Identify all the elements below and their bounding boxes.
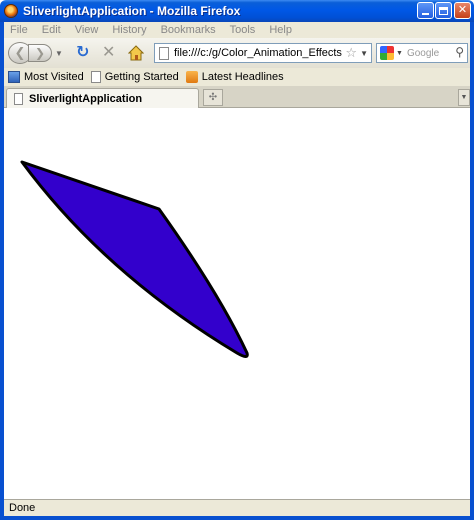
minimize-button[interactable] [417, 2, 434, 19]
page-content [4, 108, 470, 499]
history-dropdown-icon[interactable]: ▼ [55, 49, 65, 58]
bookmark-label: Most Visited [24, 71, 84, 83]
menu-tools[interactable]: Tools [230, 24, 256, 36]
search-engine-dropdown-icon[interactable]: ▼ [396, 50, 403, 57]
home-icon[interactable] [128, 45, 144, 61]
menu-view[interactable]: View [75, 24, 99, 36]
close-icon: ✕ [457, 4, 468, 16]
menu-help[interactable]: Help [269, 24, 292, 36]
chevron-down-icon: ▼ [460, 94, 468, 101]
menu-bar: File Edit View History Bookmarks Tools H… [4, 22, 470, 38]
animated-shape [20, 160, 249, 358]
status-bar: Done [4, 499, 470, 516]
rss-feed-icon [185, 71, 198, 83]
menu-bookmarks[interactable]: Bookmarks [161, 24, 216, 36]
close-button[interactable]: ✕ [454, 2, 471, 19]
tab-list-button[interactable]: ▼ [458, 89, 470, 106]
menu-file[interactable]: File [10, 24, 28, 36]
bookmark-most-visited[interactable]: Most Visited [8, 71, 84, 83]
window-title: SliverlightApplication - Mozilla Firefox [23, 4, 241, 18]
forward-button[interactable]: ❯ [28, 44, 52, 62]
bookmark-label: Getting Started [104, 71, 179, 83]
bookmark-star-icon[interactable]: ☆ [345, 45, 357, 61]
forward-arrow-icon: ❯ [34, 46, 46, 60]
silverlight-canvas [20, 160, 249, 358]
url-dropdown-icon[interactable]: ▼ [360, 49, 368, 58]
bookmark-label: Latest Headlines [201, 71, 284, 83]
bookmark-latest-headlines[interactable]: Latest Headlines [185, 71, 284, 83]
firefox-icon [4, 4, 18, 18]
bookmark-getting-started[interactable]: Getting Started [90, 71, 179, 83]
back-arrow-icon: ❮ [14, 45, 26, 60]
google-engine-icon[interactable] [380, 46, 394, 60]
page-icon [90, 71, 101, 83]
menu-history[interactable]: History [112, 24, 146, 36]
navigation-toolbar: ❮ ❯ ▼ ↻ ✕ file:///c:/g/Color_Animation_E… [4, 38, 470, 68]
status-text: Done [9, 502, 36, 514]
url-input[interactable]: file:///c:/g/Color_Animation_Effects/Bin… [174, 47, 342, 59]
new-tab-button[interactable]: ✣ [203, 89, 223, 106]
search-input[interactable]: Google [407, 48, 439, 59]
back-forward-group: ❮ ❯ ▼ [8, 42, 70, 64]
search-bar[interactable]: ▼ Google ⚲ [376, 43, 468, 63]
page-icon [159, 46, 169, 60]
tab-title: SliverlightApplication [29, 92, 143, 105]
stop-icon[interactable]: ✕ [102, 45, 115, 61]
maximize-icon [439, 6, 448, 15]
tab-strip: SliverlightApplication ✣ ▼ [4, 86, 470, 108]
maximize-button[interactable] [435, 2, 452, 19]
bookmark-star-icon [8, 71, 20, 83]
search-icon[interactable]: ⚲ [455, 45, 464, 59]
title-bar[interactable]: SliverlightApplication - Mozilla Firefox… [0, 0, 474, 22]
plus-icon: ✣ [208, 92, 218, 103]
minimize-icon [422, 13, 429, 15]
bookmarks-toolbar: Most Visited Getting Started Latest Head… [4, 68, 470, 86]
page-icon [14, 92, 23, 105]
menu-edit[interactable]: Edit [42, 24, 61, 36]
reload-icon[interactable]: ↻ [76, 45, 89, 61]
url-bar[interactable]: file:///c:/g/Color_Animation_Effects/Bin… [154, 43, 372, 63]
window-frame-right [470, 22, 474, 520]
window-frame-bottom [0, 516, 474, 520]
tab-sliverlight-application[interactable]: SliverlightApplication [6, 88, 199, 108]
